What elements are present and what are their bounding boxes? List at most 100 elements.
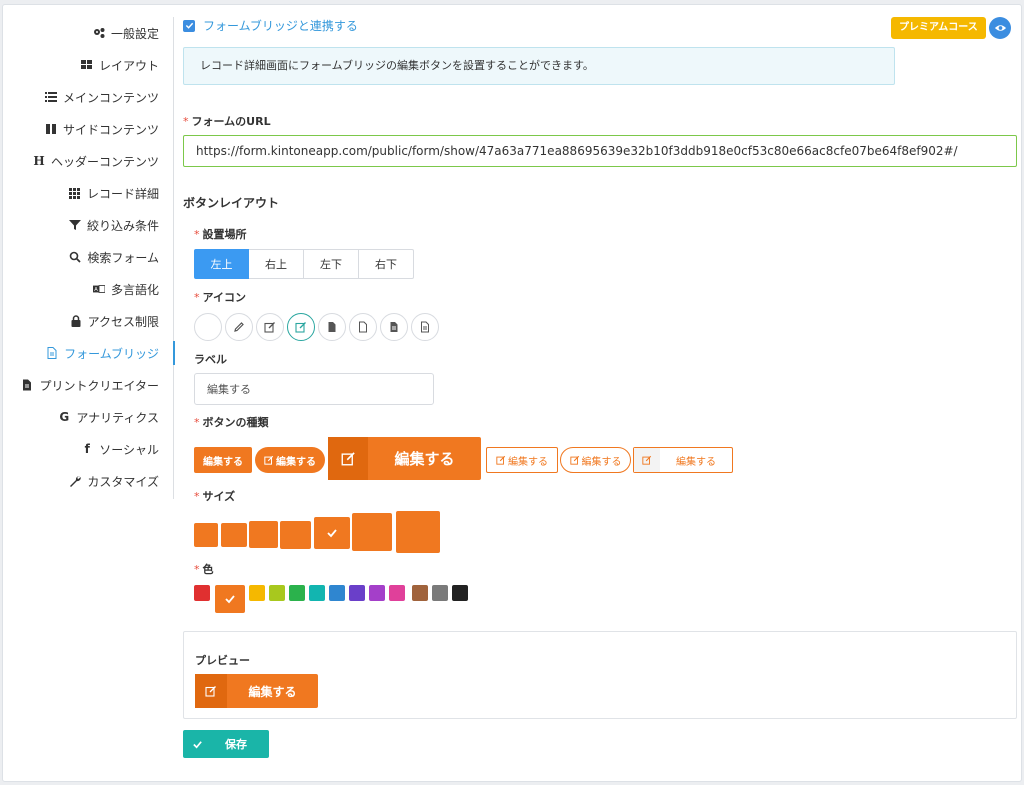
sidebar-item-label: ヘッダーコンテンツ	[50, 154, 159, 169]
required-mark: *	[194, 228, 200, 241]
color-swatch-green[interactable]	[289, 585, 305, 601]
form-url-input[interactable]	[183, 135, 1017, 167]
svg-text:A: A	[94, 287, 98, 293]
button-type-rounded[interactable]: 編集する	[255, 447, 325, 473]
sidebar-item-social[interactable]: f ソーシャル	[3, 433, 175, 465]
lock-icon	[68, 315, 84, 327]
columns-icon	[43, 123, 59, 135]
color-swatch-pink[interactable]	[389, 585, 405, 601]
sidebar-item-header-content[interactable]: H ヘッダーコンテンツ	[3, 145, 175, 177]
position-top-right[interactable]: 右上	[249, 249, 304, 279]
color-swatch-black[interactable]	[452, 585, 468, 601]
sidebar-item-form-bridge[interactable]: フォームブリッジ	[3, 337, 175, 369]
grid-icon	[79, 59, 95, 71]
sidebar-item-layout[interactable]: レイアウト	[3, 49, 175, 81]
sidebar-item-side-content[interactable]: サイドコンテンツ	[3, 113, 175, 145]
button-type-text: 編集する	[394, 450, 455, 468]
sidebar-item-general[interactable]: 一般設定	[3, 17, 175, 49]
position-bottom-right[interactable]: 右下	[359, 249, 414, 279]
facebook-icon: f	[84, 442, 90, 456]
size-option-7[interactable]	[396, 511, 440, 553]
sidebar-item-label: メインコンテンツ	[62, 90, 159, 105]
color-swatch-orange-selected[interactable]	[215, 585, 245, 613]
size-option-2[interactable]	[221, 523, 247, 547]
icon-option-file-outline[interactable]	[349, 313, 377, 341]
size-label-text: サイズ	[202, 490, 236, 503]
button-type-icon-block[interactable]: 編集する	[328, 437, 481, 480]
color-swatch-indigo[interactable]	[349, 585, 365, 601]
sidebar-item-record-detail[interactable]: レコード詳細	[3, 177, 175, 209]
sidebar-item-print-creator[interactable]: プリントクリエイター	[3, 369, 175, 401]
icon-option-file-solid[interactable]	[318, 313, 346, 341]
sidebar-item-label: プリントクリエイター	[39, 378, 159, 393]
sidebar-item-multilanguage[interactable]: A 多言語化	[3, 273, 175, 305]
color-swatch-blue[interactable]	[329, 585, 345, 601]
edit-icon	[569, 455, 579, 465]
color-label: * 色	[194, 561, 214, 577]
icon-option-file-text-solid[interactable]	[380, 313, 408, 341]
size-option-6[interactable]	[352, 513, 392, 551]
button-icon-area	[195, 674, 227, 708]
info-box: レコード詳細画面にフォームブリッジの編集ボタンを設置することができます。	[183, 47, 895, 85]
button-type-outline-square[interactable]: 編集する	[486, 447, 558, 473]
color-swatch-gray[interactable]	[432, 585, 448, 601]
size-option-3[interactable]	[249, 521, 278, 548]
sidebar-item-label: カスタマイズ	[87, 474, 159, 489]
size-option-5-selected[interactable]	[314, 517, 350, 549]
check-icon	[327, 529, 337, 538]
color-swatch-brown[interactable]	[412, 585, 428, 601]
filter-icon	[67, 219, 83, 231]
file-solid-icon	[328, 322, 336, 332]
enable-form-bridge-checkbox[interactable]: フォームブリッジと連携する	[183, 17, 358, 34]
icon-option-edit-selected[interactable]	[287, 313, 315, 341]
edit-icon	[295, 322, 306, 333]
th-icon	[67, 187, 83, 199]
check-icon	[183, 730, 211, 758]
size-option-4[interactable]	[280, 521, 311, 549]
preview-button-text: 編集する	[248, 684, 297, 699]
sidebar-item-filter[interactable]: 絞り込み条件	[3, 209, 175, 241]
sidebar-item-label: アクセス制限	[87, 314, 159, 329]
checkbox-checked-icon	[183, 19, 195, 32]
icon-option-edit[interactable]	[256, 313, 284, 341]
color-swatch-purple[interactable]	[369, 585, 385, 601]
edit-icon	[642, 455, 652, 465]
sidebar-item-search-form[interactable]: 検索フォーム	[3, 241, 175, 273]
position-top-left[interactable]: 左上	[194, 249, 249, 279]
google-icon: G	[59, 410, 70, 424]
button-type-outline-rounded[interactable]: 編集する	[560, 447, 631, 473]
color-swatch-red[interactable]	[194, 585, 210, 601]
wrench-icon	[67, 475, 83, 487]
edit-icon	[264, 455, 274, 465]
position-bottom-left[interactable]: 左下	[304, 249, 359, 279]
sidebar-item-customize[interactable]: カスタマイズ	[3, 465, 175, 497]
preview-edit-button[interactable]: 編集する	[195, 674, 318, 708]
eye-icon[interactable]	[989, 17, 1011, 39]
color-swatch-yellow[interactable]	[249, 585, 265, 601]
preview-label: プレビュー	[195, 654, 250, 667]
check-icon	[225, 595, 235, 604]
search-icon	[67, 251, 83, 263]
url-field-label: * フォームのURL	[183, 113, 271, 129]
icon-option-file-text-outline[interactable]	[411, 313, 439, 341]
position-label-text: 設置場所	[202, 228, 247, 241]
size-option-1[interactable]	[194, 523, 218, 547]
button-label-input[interactable]	[194, 373, 434, 405]
color-swatch-teal[interactable]	[309, 585, 325, 601]
icon-option-pencil[interactable]	[225, 313, 253, 341]
url-field-label-text: フォームのURL	[191, 115, 271, 128]
icon-selector	[194, 313, 442, 341]
sidebar-item-label: レコード詳細	[86, 186, 159, 201]
file-icon	[44, 347, 60, 359]
sidebar-item-analytics[interactable]: G アナリティクス	[3, 401, 175, 433]
enable-form-bridge-label: フォームブリッジと連携する	[203, 19, 358, 33]
icon-option-none[interactable]	[194, 313, 222, 341]
sidebar-item-access-restriction[interactable]: アクセス制限	[3, 305, 175, 337]
button-type-text: 編集する	[676, 456, 716, 468]
save-button[interactable]: 保存	[183, 730, 269, 758]
file-text-icon	[19, 379, 35, 391]
button-type-outline-icon-block[interactable]: 編集する	[633, 447, 733, 473]
button-type-square[interactable]: 編集する	[194, 447, 252, 473]
sidebar-item-main-content[interactable]: メインコンテンツ	[3, 81, 175, 113]
color-swatch-lime[interactable]	[269, 585, 285, 601]
